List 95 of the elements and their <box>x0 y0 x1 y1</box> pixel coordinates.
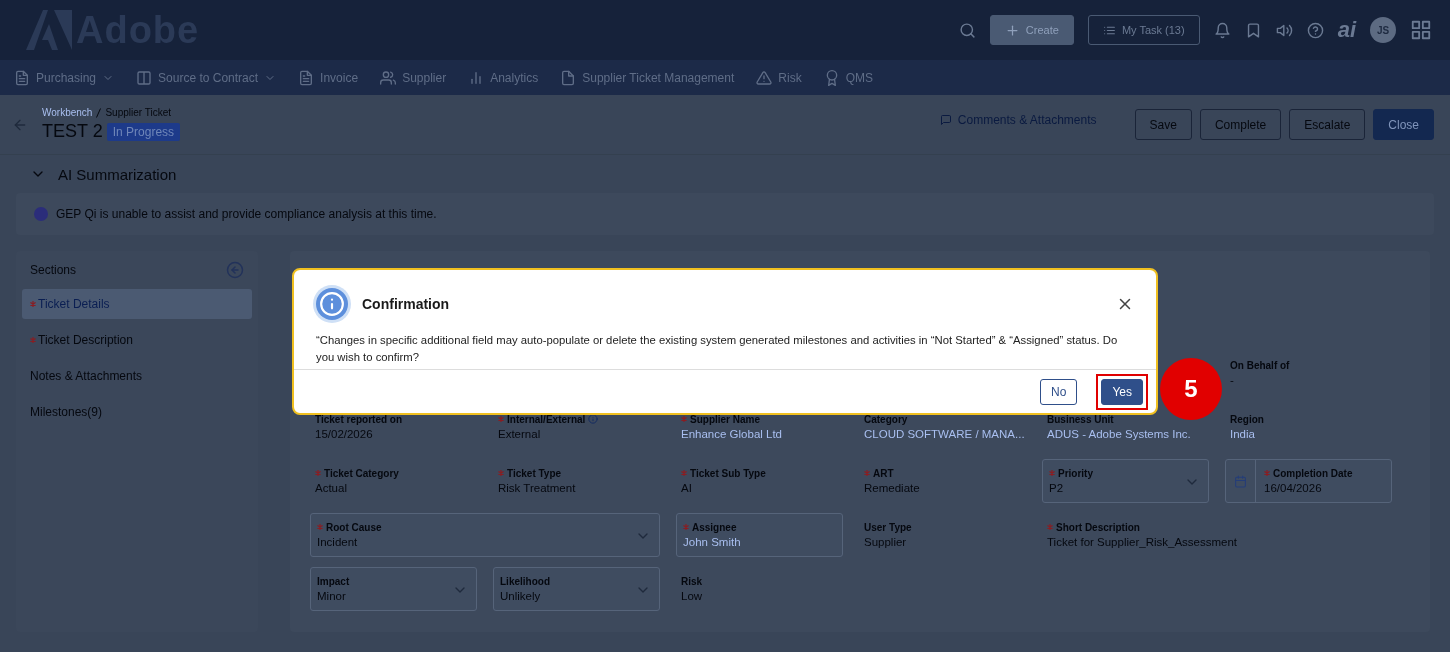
field-label: Impact <box>317 575 350 587</box>
comment-icon <box>939 113 952 126</box>
field-label: Ticket Sub Type <box>681 467 766 479</box>
plus-icon <box>1004 22 1020 38</box>
task-button[interactable]: My Task (13) <box>1087 15 1200 45</box>
nav-item[interactable]: Supplier Ticket Management <box>560 69 735 86</box>
field-value: CLOUD SOFTWARE / MANA... <box>864 426 1025 441</box>
field-label: Ticket Category <box>315 467 399 479</box>
ai-icon <box>34 207 48 221</box>
breadcrumb-link[interactable]: Workbench <box>42 107 93 118</box>
dialog-title: Confirmation <box>362 296 451 312</box>
field-value: Actual <box>315 480 347 495</box>
document-icon <box>14 69 30 86</box>
document-icon <box>298 69 315 86</box>
nav-item[interactable]: Source to Contract <box>136 69 277 86</box>
field-label: On Behalf of <box>1230 359 1290 371</box>
breadcrumb-link[interactable]: Supplier Ticket <box>105 107 171 118</box>
status-badge: In Progress <box>106 122 181 141</box>
ai-logo[interactable]: ai <box>1337 17 1356 43</box>
user-avatar[interactable]: JS <box>1370 17 1396 43</box>
select-field[interactable]: Root Cause Incident <box>310 513 660 557</box>
dialog-button[interactable]: No <box>1040 378 1078 405</box>
section-item[interactable]: Notes & Attachments <box>22 361 252 391</box>
action-button[interactable]: Complete <box>1199 109 1282 140</box>
dialog-message: “Changes in specific additional field may auto-populate or delete the existing system generated milestones and activities in “Not Started” & “Assigned” status. Do you wish to confirm? <box>316 333 1119 365</box>
field-value: Minor <box>317 588 346 603</box>
section-item[interactable]: Ticket Details <box>22 289 252 319</box>
page-title: TEST 2 <box>42 121 103 142</box>
field-label: Business Unit <box>1047 413 1114 425</box>
field-label: Priority <box>1049 467 1093 479</box>
nav-item[interactable]: Invoice <box>298 69 359 86</box>
ai-message: GEP Qi is unable to assist and provide compliance analysis at this time. <box>56 207 437 221</box>
select-field[interactable]: Impact Minor <box>310 567 477 611</box>
field-value: P2 <box>1049 480 1064 495</box>
field-label: Category <box>864 413 908 425</box>
columns-icon <box>136 69 153 86</box>
action-button[interactable]: Close <box>1373 109 1434 140</box>
field-value: AI <box>681 480 692 495</box>
select-field[interactable]: Priority P2 <box>1042 459 1209 503</box>
people-icon <box>380 69 397 86</box>
nav-item[interactable]: Purchasing <box>14 69 115 86</box>
field-value: ADUS - Adobe Systems Inc. <box>1047 426 1191 441</box>
field-label: Risk <box>681 575 703 587</box>
breadcrumb-separator <box>96 107 102 118</box>
dialog-button[interactable]: Yes <box>1101 378 1143 405</box>
field-value: Incident <box>317 534 358 549</box>
logo-icon <box>26 10 72 50</box>
date-field[interactable]: Completion Date 16/04/2026 <box>1225 459 1392 503</box>
create-button[interactable]: Create <box>989 15 1074 45</box>
help-icon[interactable] <box>1306 21 1324 39</box>
section-item[interactable]: Milestones(9) <box>22 397 252 427</box>
field-label: Supplier Name <box>681 413 761 425</box>
field-value: John Smith <box>683 534 741 549</box>
field-value: Supplier <box>864 534 907 549</box>
field-label: Internal/External <box>498 413 599 425</box>
nav-item[interactable]: Supplier <box>380 69 447 86</box>
field-label: Assignee <box>683 521 737 533</box>
field-label: Short Description <box>1047 521 1140 533</box>
nav-item[interactable]: QMS <box>823 69 873 86</box>
field-value: Low <box>681 588 703 603</box>
info-icon <box>316 288 348 320</box>
action-button[interactable]: Save <box>1134 109 1192 140</box>
search-icon[interactable] <box>958 21 976 39</box>
field-value: Enhance Global Ltd <box>681 426 783 441</box>
field-label: Ticket Type <box>498 467 562 479</box>
field-value: 16/04/2026 <box>1264 480 1322 495</box>
field-value: Unlikely <box>500 588 541 603</box>
field-label: Ticket reported on <box>315 413 403 425</box>
bell-icon[interactable] <box>1213 21 1231 39</box>
warning-icon <box>756 69 773 86</box>
nav-item[interactable]: Risk <box>756 69 802 86</box>
calendar-icon <box>1234 474 1247 488</box>
field-label: ART <box>864 467 894 479</box>
field-label: Likelihood <box>500 575 550 587</box>
field-label: Region <box>1230 413 1264 425</box>
field-value: - <box>1230 372 1234 387</box>
section-item[interactable]: Ticket Description <box>22 325 252 355</box>
select-field[interactable]: Likelihood Unlikely <box>493 567 660 611</box>
nav-item[interactable]: Analytics <box>468 69 539 86</box>
apps-grid-icon[interactable] <box>1410 19 1432 41</box>
field-value: Remediate <box>864 480 920 495</box>
field-value: India <box>1230 426 1255 441</box>
field-value: Risk Treatment <box>498 480 576 495</box>
field-label: Completion Date <box>1264 467 1353 479</box>
action-button[interactable]: Escalate <box>1289 109 1366 140</box>
field-value: External <box>498 426 541 441</box>
input-field[interactable]: Assignee John Smith <box>676 513 843 557</box>
field-value: 15/02/2026 <box>315 426 373 441</box>
section-title: AI Summarization <box>58 165 177 183</box>
sections-title: Sections <box>30 263 77 277</box>
file-icon <box>560 69 577 86</box>
info-icon[interactable] <box>588 414 599 424</box>
field-label: Root Cause <box>317 521 382 533</box>
field-value: Ticket for Supplier_Risk_Assessment <box>1047 534 1238 549</box>
field-label: User Type <box>864 521 912 533</box>
